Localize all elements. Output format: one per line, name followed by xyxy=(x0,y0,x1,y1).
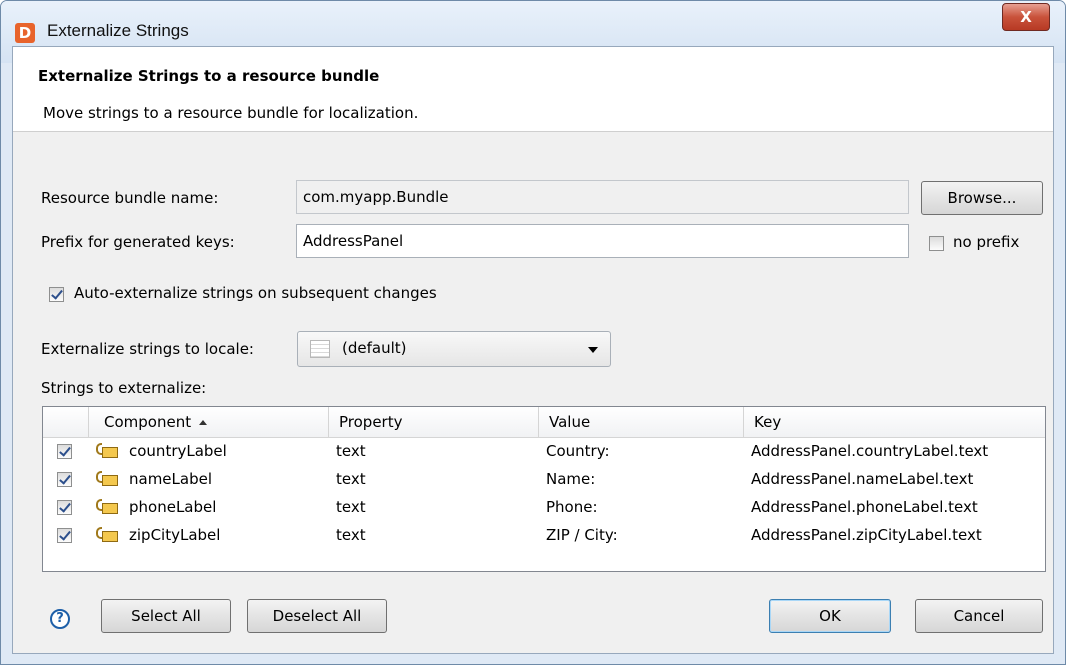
component-label-icon xyxy=(96,499,120,516)
app-icon: D xyxy=(15,23,35,43)
row-checkbox[interactable] xyxy=(57,500,72,515)
row-key: AddressPanel.nameLabel.text xyxy=(751,470,974,488)
strings-label: Strings to externalize: xyxy=(41,379,207,397)
column-header-check[interactable] xyxy=(43,407,89,437)
ok-label: OK xyxy=(819,607,841,625)
table-row[interactable]: nameLabel text Name: AddressPanel.nameLa… xyxy=(43,465,1045,493)
row-property: text xyxy=(336,498,366,516)
row-component: countryLabel xyxy=(129,442,227,460)
strings-table: Component Property Value Key countryLabe… xyxy=(42,406,1046,572)
deselect-all-label: Deselect All xyxy=(272,607,362,625)
help-icon[interactable]: ? xyxy=(50,609,70,629)
column-header-property[interactable]: Property xyxy=(329,407,539,437)
component-label-icon xyxy=(96,527,120,544)
browse-button[interactable]: Browse... xyxy=(921,181,1043,215)
row-value: Country: xyxy=(546,442,610,460)
window-title: Externalize Strings xyxy=(47,21,189,40)
no-prefix-checkbox[interactable] xyxy=(929,236,944,251)
ok-button[interactable]: OK xyxy=(769,599,891,633)
dialog-header: Externalize Strings to a resource bundle… xyxy=(13,47,1053,132)
deselect-all-button[interactable]: Deselect All xyxy=(247,599,387,633)
close-button[interactable]: X xyxy=(1002,3,1050,31)
row-checkbox[interactable] xyxy=(57,528,72,543)
row-property: text xyxy=(336,442,366,460)
row-value: Phone: xyxy=(546,498,598,516)
row-checkbox[interactable] xyxy=(57,444,72,459)
table-header: Component Property Value Key xyxy=(43,407,1045,438)
row-property: text xyxy=(336,470,366,488)
no-prefix-label: no prefix xyxy=(953,233,1020,251)
dialog-content: Externalize Strings to a resource bundle… xyxy=(12,46,1054,654)
auto-externalize-label: Auto-externalize strings on subsequent c… xyxy=(74,284,437,302)
browse-label: Browse... xyxy=(947,189,1017,207)
row-key: AddressPanel.phoneLabel.text xyxy=(751,498,978,516)
prefix-input[interactable]: AddressPanel xyxy=(296,224,909,258)
component-label-icon xyxy=(96,471,120,488)
column-header-value[interactable]: Value xyxy=(539,407,744,437)
locale-value: (default) xyxy=(342,339,407,357)
table-row[interactable]: countryLabel text Country: AddressPanel.… xyxy=(43,437,1045,465)
dropdown-arrow-icon xyxy=(588,347,598,353)
table-row[interactable]: phoneLabel text Phone: AddressPanel.phon… xyxy=(43,493,1045,521)
row-value: ZIP / City: xyxy=(546,526,618,544)
locale-icon xyxy=(310,340,330,358)
header-description: Move strings to a resource bundle for lo… xyxy=(43,104,419,122)
bundle-name-label: Resource bundle name: xyxy=(41,189,219,207)
row-component: nameLabel xyxy=(129,470,213,488)
close-icon: X xyxy=(1020,8,1032,26)
column-header-key[interactable]: Key xyxy=(744,407,1045,437)
table-row[interactable]: zipCityLabel text ZIP / City: AddressPan… xyxy=(43,521,1045,549)
row-property: text xyxy=(336,526,366,544)
column-header-component[interactable]: Component xyxy=(89,407,329,437)
row-component: zipCityLabel xyxy=(129,526,221,544)
auto-externalize-checkbox[interactable] xyxy=(49,287,64,302)
row-value: Name: xyxy=(546,470,596,488)
cancel-label: Cancel xyxy=(953,607,1005,625)
sort-ascending-icon xyxy=(199,420,208,425)
bundle-name-field[interactable]: com.myapp.Bundle xyxy=(296,180,909,214)
dialog-window: D Externalize Strings X Externalize Stri… xyxy=(0,0,1066,665)
row-checkbox[interactable] xyxy=(57,472,72,487)
header-title: Externalize Strings to a resource bundle xyxy=(38,67,380,85)
select-all-label: Select All xyxy=(131,607,201,625)
component-label-icon xyxy=(96,443,120,460)
locale-dropdown[interactable]: (default) xyxy=(297,331,611,367)
select-all-button[interactable]: Select All xyxy=(101,599,231,633)
cancel-button[interactable]: Cancel xyxy=(915,599,1043,633)
row-key: AddressPanel.zipCityLabel.text xyxy=(751,526,982,544)
row-key: AddressPanel.countryLabel.text xyxy=(751,442,989,460)
row-component: phoneLabel xyxy=(129,498,217,516)
prefix-label: Prefix for generated keys: xyxy=(41,233,235,251)
locale-label: Externalize strings to locale: xyxy=(41,340,254,358)
